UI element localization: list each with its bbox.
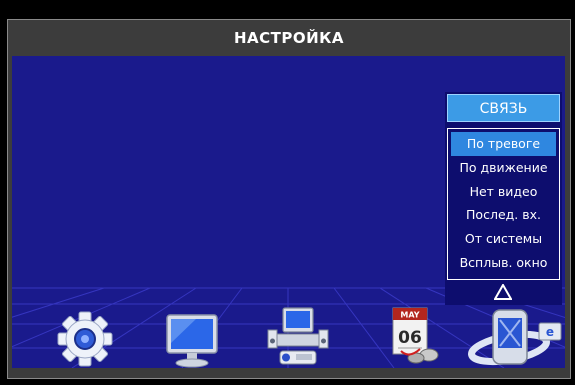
- svg-text:06: 06: [398, 328, 422, 348]
- monitor-icon[interactable]: [164, 313, 220, 368]
- svg-text:e: e: [546, 325, 554, 339]
- menu-list: По тревоге По движение Нет видео Послед.…: [447, 128, 560, 280]
- connection-menu: СВЯЗЬ По тревоге По движение Нет видео П…: [445, 92, 562, 305]
- menu-header[interactable]: СВЯЗЬ: [447, 94, 560, 122]
- window-title: НАСТРОЙКА: [233, 29, 345, 47]
- gear-icon[interactable]: [56, 310, 114, 368]
- svg-text:MAY: MAY: [400, 311, 419, 320]
- menu-item-last-input[interactable]: Послед. вх.: [451, 203, 556, 227]
- menu-item-motion[interactable]: По движение: [451, 156, 556, 180]
- menu-item-popup-window[interactable]: Всплыв. окно: [451, 251, 556, 275]
- connection-globe-icon[interactable]: e: [463, 302, 565, 368]
- settings-screen: СВЯЗЬ По тревоге По движение Нет видео П…: [12, 56, 565, 368]
- network-computer-icon[interactable]: [266, 306, 330, 368]
- menu-item-from-system[interactable]: От системы: [451, 227, 556, 251]
- triangle-up-icon[interactable]: [494, 284, 512, 300]
- menu-item-no-video[interactable]: Нет видео: [451, 180, 556, 204]
- calendar-icon[interactable]: MAY 06: [385, 305, 445, 365]
- menu-item-alarm[interactable]: По тревоге: [451, 132, 556, 156]
- settings-window: НАСТРОЙКА СВЯЗЬ По тревоге По движение Н…: [7, 19, 571, 379]
